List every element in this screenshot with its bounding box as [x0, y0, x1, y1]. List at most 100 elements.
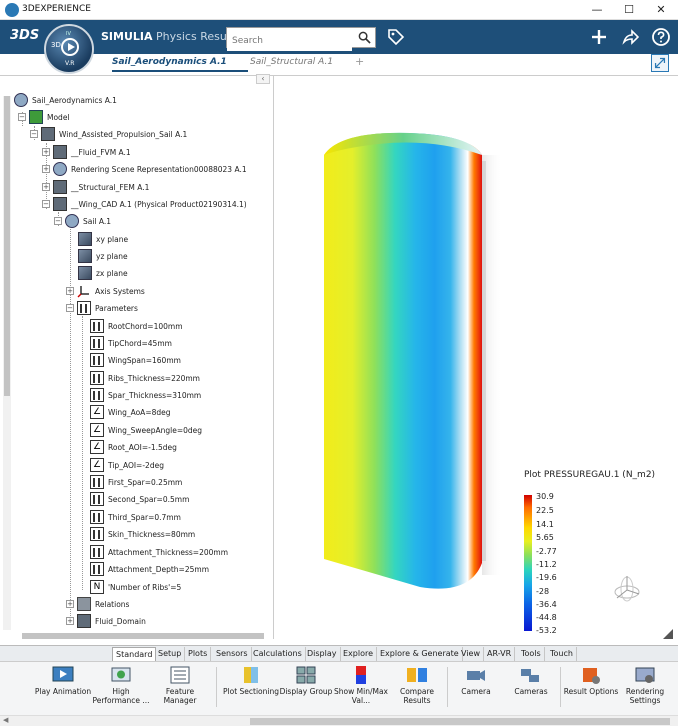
- tab-touch[interactable]: Touch: [547, 647, 577, 662]
- tab-plots[interactable]: Plots: [185, 647, 212, 662]
- action-label: Compare Results: [399, 687, 435, 705]
- compass-play-icon[interactable]: [61, 38, 79, 56]
- show-min-max-button[interactable]: Show Min/Max Val...: [330, 665, 392, 705]
- camera-button[interactable]: Camera: [445, 665, 507, 696]
- help-icon[interactable]: [651, 27, 671, 47]
- tab-standard[interactable]: Standard: [112, 647, 157, 662]
- ds-logo-icon[interactable]: 3DS: [10, 28, 39, 43]
- search-input[interactable]: [227, 31, 352, 51]
- tree-item-axis-systems[interactable]: + Axis Systems: [66, 283, 145, 299]
- fit-all-icon[interactable]: [651, 54, 669, 72]
- legend-tick: 5.65: [536, 533, 554, 542]
- tree-item-parameter[interactable]: ∠ Tip_AOI=-2deg: [90, 457, 164, 473]
- expand-icon[interactable]: +: [42, 183, 50, 191]
- result-options-icon: [583, 668, 600, 684]
- tree-item-zx-plane[interactable]: zx plane: [78, 265, 128, 281]
- sail-result-plot[interactable]: [310, 125, 510, 595]
- tab-calculations[interactable]: Calculations: [250, 647, 306, 662]
- tree-item-parameter[interactable]: Spar_Thickness=310mm: [90, 387, 201, 403]
- expand-icon[interactable]: +: [66, 287, 74, 295]
- tab-sensors[interactable]: Sensors: [213, 647, 252, 662]
- expand-icon[interactable]: +: [42, 165, 50, 173]
- tree-item-parameter[interactable]: First_Spar=0.25mm: [90, 474, 182, 490]
- tree-item-label: Parameters: [95, 303, 138, 313]
- action-label: High Performance ...: [92, 687, 150, 705]
- angle-parameter-icon: ∠: [90, 423, 104, 437]
- collapse-icon[interactable]: −: [30, 130, 38, 138]
- tree-horizontal-scrollbar[interactable]: [22, 633, 264, 639]
- tree-item-sail[interactable]: − Sail A.1: [54, 213, 111, 229]
- scroll-left-icon[interactable]: ◀: [3, 716, 8, 724]
- search-icon[interactable]: [358, 31, 371, 44]
- collapse-icon[interactable]: −: [18, 113, 26, 121]
- tree-item-model[interactable]: − Model: [18, 109, 70, 125]
- close-button[interactable]: ✕: [648, 2, 674, 18]
- tree-item-yz-plane[interactable]: yz plane: [78, 248, 128, 264]
- tree-vertical-scrollbar[interactable]: [3, 96, 11, 630]
- tag-icon[interactable]: [386, 27, 406, 47]
- action-label: Rendering Settings: [625, 687, 665, 705]
- tree-root-item[interactable]: Sail_Aerodynamics A.1: [14, 92, 117, 108]
- tab-sail-aerodynamics[interactable]: Sail_Aerodynamics A.1: [112, 57, 248, 72]
- maximize-button[interactable]: ☐: [616, 2, 642, 18]
- length-parameter-icon: [90, 371, 104, 385]
- tab-display[interactable]: Display: [304, 647, 341, 662]
- collapse-icon[interactable]: −: [54, 217, 62, 225]
- compare-results-button[interactable]: Compare Results: [386, 665, 448, 705]
- tab-setup[interactable]: Setup: [155, 647, 186, 662]
- tree-item-parameter[interactable]: WingSpan=160mm: [90, 352, 181, 368]
- tab-view[interactable]: View: [458, 647, 484, 662]
- tab-sail-structural[interactable]: Sail_Structural A.1: [250, 57, 333, 67]
- display-group-button[interactable]: Display Group: [275, 665, 337, 696]
- tree-item-parameter[interactable]: Ribs_Thickness=220mm: [90, 370, 200, 386]
- tree-item-parameter[interactable]: N 'Number of Ribs'=5: [90, 579, 181, 595]
- new-tab-button[interactable]: +: [355, 55, 364, 68]
- tree-item-structural-fem[interactable]: + __Structural_FEM A.1: [42, 179, 149, 195]
- tree-item-parameter[interactable]: TipChord=45mm: [90, 335, 172, 351]
- tree-item-parameter[interactable]: Attachment_Depth=25mm: [90, 561, 209, 577]
- axis-triad-icon[interactable]: [612, 572, 642, 606]
- tab-explore-generate[interactable]: Explore & Generate: [377, 647, 463, 662]
- feature-manager-button[interactable]: Feature Manager: [149, 665, 211, 705]
- tree-item-parameter[interactable]: Skin_Thickness=80mm: [90, 526, 195, 542]
- play-animation-button[interactable]: Play Animation: [32, 665, 94, 696]
- tab-tools[interactable]: Tools: [518, 647, 545, 662]
- tab-ar-vr[interactable]: AR-VR: [484, 647, 516, 662]
- tree-item-xy-plane[interactable]: xy plane: [78, 231, 128, 247]
- expand-icon[interactable]: +: [66, 600, 74, 608]
- tree-item-parameter[interactable]: ∠ Root_AOI=-1.5deg: [90, 439, 177, 455]
- tree-item-parameters[interactable]: − Parameters: [66, 300, 138, 316]
- action-label: Result Options: [563, 687, 619, 696]
- tree-item-fluid-domain[interactable]: + Fluid_Domain: [66, 613, 146, 629]
- tree-item-parameter[interactable]: ∠ Wing_AoA=8deg: [90, 404, 171, 420]
- result-options-button[interactable]: Result Options: [560, 665, 622, 696]
- tree-item-parameter[interactable]: RootChord=100mm: [90, 318, 183, 334]
- tree-item-parameter[interactable]: ∠ Wing_SweepAngle=0deg: [90, 422, 202, 438]
- tree-item-parameter[interactable]: Second_Spar=0.5mm: [90, 491, 189, 507]
- rendering-settings-button[interactable]: Rendering Settings: [614, 665, 676, 705]
- collapse-tree-button[interactable]: ‹: [256, 74, 270, 84]
- compass-button[interactable]: IV 3D V.R: [44, 24, 94, 74]
- tree-item-parameter[interactable]: Third_Spar=0.7mm: [90, 509, 181, 525]
- cameras-button[interactable]: Cameras: [500, 665, 562, 696]
- action-bar-scroll-thumb[interactable]: [250, 718, 670, 725]
- collapse-icon[interactable]: −: [66, 304, 74, 312]
- tree-scroll-thumb[interactable]: [4, 96, 10, 396]
- share-icon[interactable]: [620, 27, 640, 47]
- document-tabs: Sail_Aerodynamics A.1 Sail_Structural A.…: [0, 54, 678, 76]
- plot-sectioning-button[interactable]: Plot Sectioning: [220, 665, 282, 696]
- add-icon[interactable]: [589, 27, 609, 47]
- action-bar-scrollbar[interactable]: [0, 715, 678, 726]
- expand-icon[interactable]: +: [66, 617, 74, 625]
- tree-item-fluid-fvm[interactable]: + __Fluid_FVM A.1: [42, 144, 131, 160]
- collapse-icon[interactable]: −: [42, 200, 50, 208]
- minimize-button[interactable]: —: [584, 2, 610, 18]
- expand-icon[interactable]: +: [42, 148, 50, 156]
- tree-item-product[interactable]: − Wind_Assisted_Propulsion_Sail A.1: [30, 126, 187, 142]
- tree-item-rendering-scene[interactable]: + Rendering Scene Representation00088023 …: [42, 161, 247, 177]
- tree-item-parameter[interactable]: Attachment_Thickness=200mm: [90, 544, 228, 560]
- tree-item-wing-cad[interactable]: − __Wing_CAD A.1 (Physical Product0219031…: [42, 196, 247, 212]
- tree-item-relations[interactable]: + Relations: [66, 596, 129, 612]
- tab-explore[interactable]: Explore: [340, 647, 378, 662]
- high-performance-button[interactable]: High Performance ...: [90, 665, 152, 705]
